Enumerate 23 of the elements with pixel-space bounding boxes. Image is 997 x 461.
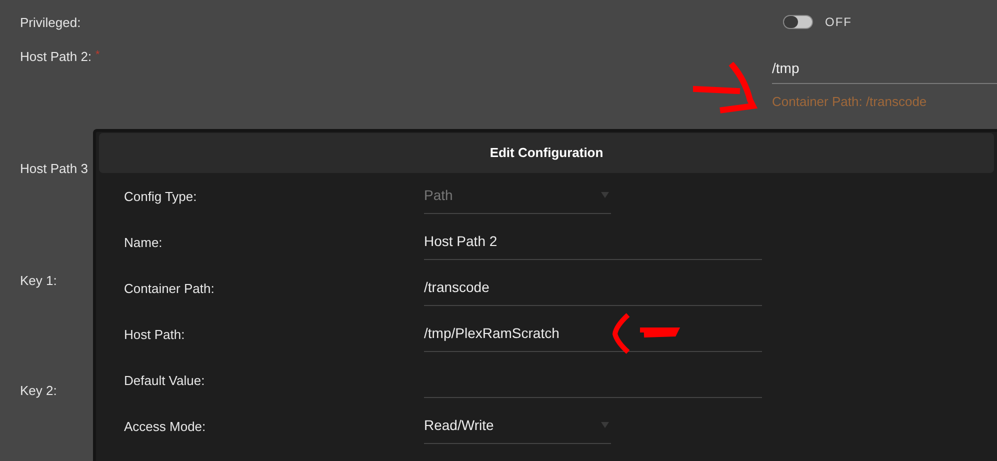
field-label: Key 1:: [20, 272, 57, 290]
field-label: Access Mode:: [123, 418, 206, 436]
dialog-title: Edit Configuration: [99, 133, 994, 173]
text-field[interactable]: /transcode: [424, 269, 762, 306]
field-hint: Container Path: /transcode: [772, 93, 927, 111]
field-label: Host Path 2:: [20, 48, 92, 66]
field-label: Default Value:: [123, 372, 205, 390]
field-label: Name:: [123, 234, 162, 252]
toggle-switch[interactable]: [783, 15, 813, 29]
field-label: Host Path 3: [20, 160, 88, 178]
field-label: Config Type:: [123, 188, 197, 206]
field-label: Key 2:: [20, 382, 57, 400]
caret-icon: [601, 192, 609, 198]
required-mark: *: [96, 48, 100, 63]
text-field[interactable]: Host Path 2: [424, 223, 762, 260]
field-label: Host Path:: [123, 326, 185, 344]
field-label: Container Path:: [123, 280, 214, 298]
text-field[interactable]: /tmp/PlexRamScratch: [424, 315, 762, 352]
host-path-field[interactable]: /tmp: [772, 54, 997, 84]
caret-icon: [601, 422, 609, 428]
toggle-state: OFF: [825, 14, 852, 31]
field-label: Privileged:: [20, 14, 81, 32]
dropdown[interactable]: Read/Write: [424, 407, 611, 444]
